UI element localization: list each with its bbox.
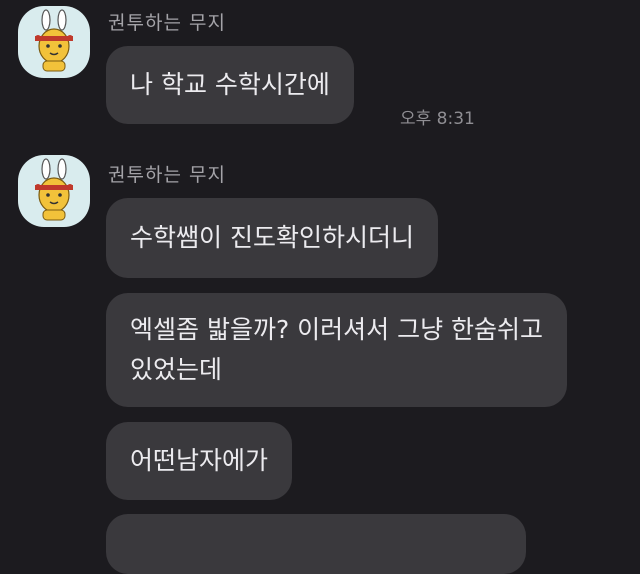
message-text: 수학쌤이 진도확인하시더니 <box>130 223 414 252</box>
sender-name: 권투하는 무지 <box>108 12 226 34</box>
muji-boxer-avatar-icon[interactable] <box>18 6 90 78</box>
message-text: 어떤남자에가 <box>130 446 269 475</box>
message-bubble[interactable]: 수학쌤이 진도확인하시더니 <box>106 198 438 278</box>
message-bubble-partial[interactable] <box>106 514 526 574</box>
message-text: 엑셀좀 밟을까? 이러셔서 그냥 한숨쉬고 <box>130 315 544 344</box>
chat-screen: 권투하는 무지 나 학교 수학시간에 오후 8:31 권투하는 무지 수학쌤이 … <box>0 0 640 574</box>
message-text: 있었는데 <box>130 355 223 384</box>
message-bubble[interactable]: 나 학교 수학시간에 <box>106 46 354 124</box>
message-text: 나 학교 수학시간에 <box>130 70 330 99</box>
message-bubble[interactable]: 어떤남자에가 <box>106 422 293 500</box>
message-bubble[interactable]: 엑셀좀 밟을까? 이러셔서 그냥 한숨쉬고 있었는데 <box>106 293 568 407</box>
muji-boxer-avatar-icon[interactable] <box>18 155 90 227</box>
message-timestamp: 오후 8:31 <box>400 109 475 129</box>
sender-name: 권투하는 무지 <box>108 164 226 186</box>
